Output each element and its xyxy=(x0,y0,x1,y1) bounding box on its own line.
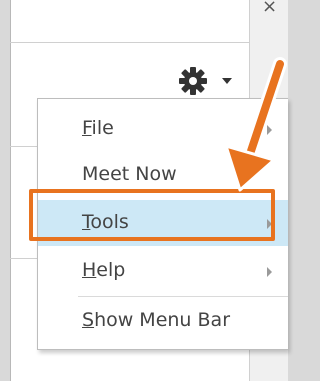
annotation-arrow xyxy=(224,57,287,192)
